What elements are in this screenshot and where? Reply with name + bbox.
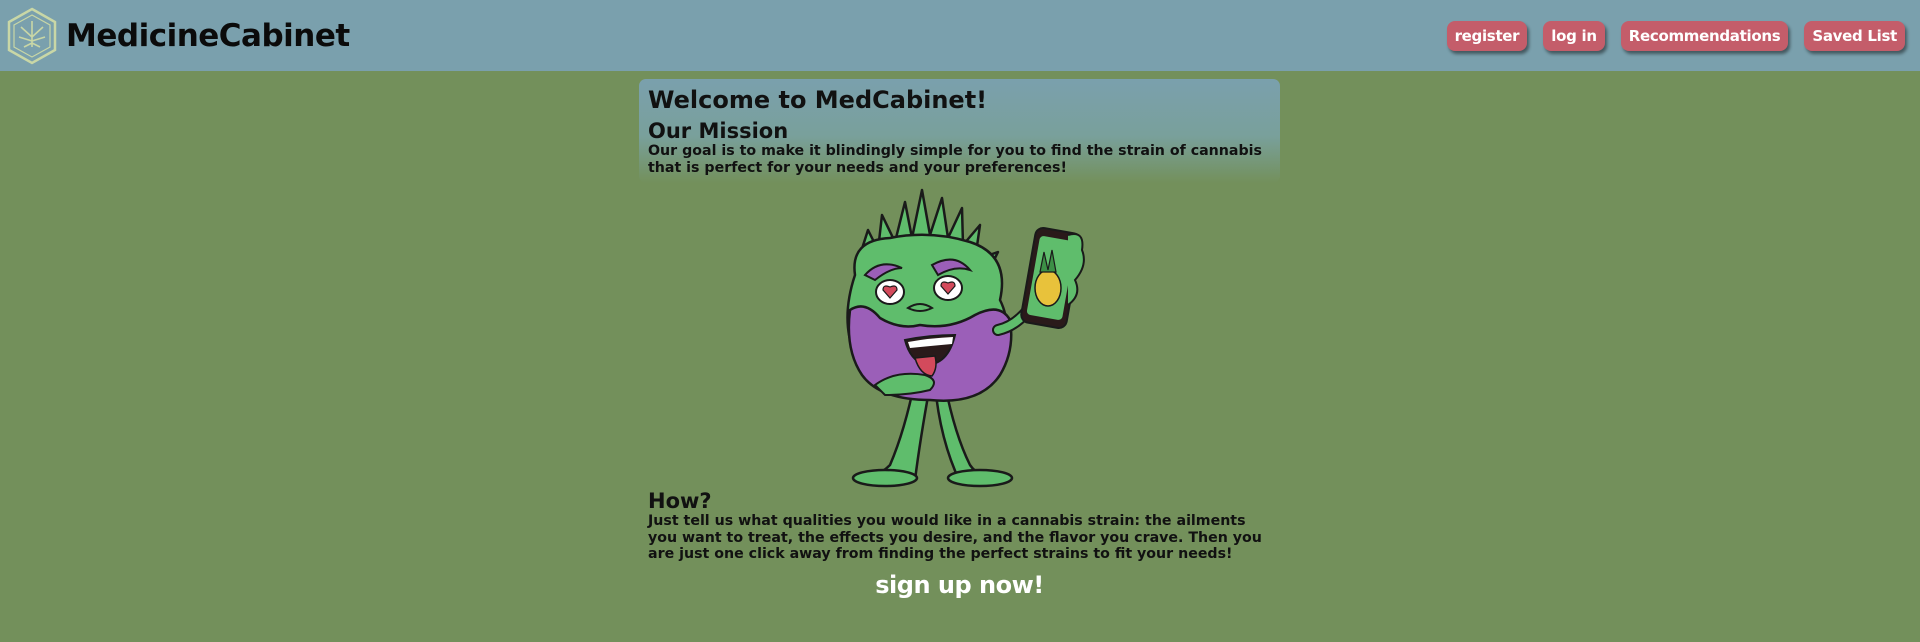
hexagon-cannabis-leaf-icon (7, 7, 57, 65)
page-title: Welcome to MedCabinet! (648, 86, 988, 114)
log-in-button[interactable]: log in (1543, 21, 1605, 51)
intro-card: Welcome to MedCabinet! Our Mission Our g… (639, 79, 1280, 183)
mission-text: Our goal is to make it blindingly simple… (648, 143, 1262, 176)
brand-name: MedicineCabinet (66, 18, 350, 54)
saved-list-button[interactable]: Saved List (1804, 21, 1905, 51)
register-button[interactable]: register (1446, 21, 1528, 51)
mission-heading: Our Mission (648, 119, 789, 143)
sign-up-link[interactable]: sign up now! (639, 571, 1280, 599)
brand[interactable]: MedicineCabinet (6, 7, 350, 65)
cannabis-bud-character-illustration (846, 188, 1085, 488)
how-text: Just tell us what qualities you would li… (648, 513, 1262, 562)
how-section: How? Just tell us what qualities you wou… (648, 489, 1268, 563)
how-heading: How? (648, 489, 712, 513)
top-navbar: MedicineCabinet register log in Recommen… (0, 0, 1920, 71)
main-content: Welcome to MedCabinet! Our Mission Our g… (639, 79, 1280, 599)
nav-buttons: register log in Recommendations Saved Li… (1446, 21, 1905, 51)
recommendations-button[interactable]: Recommendations (1620, 21, 1789, 51)
